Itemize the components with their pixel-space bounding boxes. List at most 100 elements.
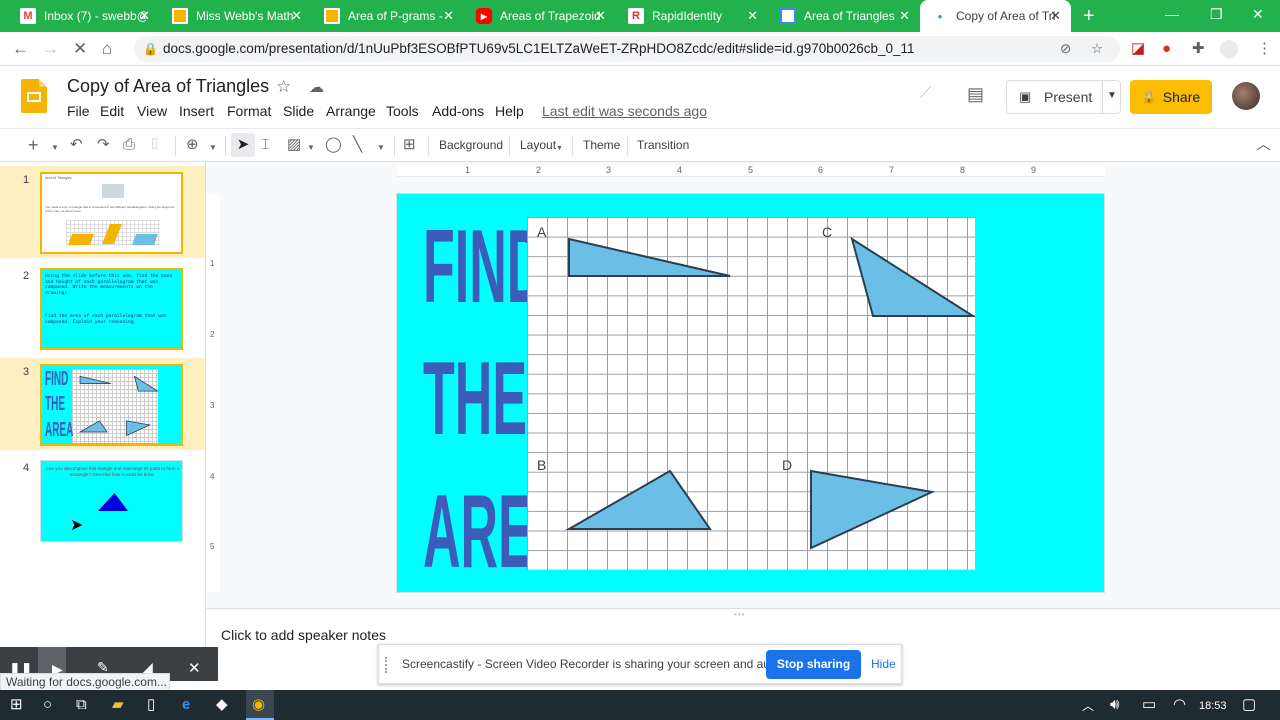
chevron-down-icon[interactable]: ▼ [556,141,563,157]
document-icon[interactable]: ▯ [147,696,155,713]
stop-sharing-button[interactable]: Stop sharing [766,650,861,679]
maximize-icon[interactable]: ❐ [1210,6,1223,23]
zoom-icon[interactable]: ⊕ [186,137,199,153]
new-slide-icon[interactable]: + [28,136,39,154]
minimize-icon[interactable]: — [1165,6,1179,22]
shape-icon[interactable]: ◯ [325,137,342,153]
taskbar-clock[interactable]: 18:53 [1199,698,1227,715]
back-icon[interactable]: ← [12,40,29,58]
menu-edit[interactable]: Edit [100,103,124,119]
close-icon[interactable]: ✕ [899,8,910,24]
menu-slide[interactable]: Slide [283,103,314,119]
notifications-icon[interactable]: ▢ [1242,696,1256,713]
menu-view[interactable]: View [137,103,167,119]
filmstrip-slide-3[interactable]: 3 FIND THE AREA [0,358,205,450]
chrome-icon[interactable]: ◉ [252,696,265,713]
wifi-icon[interactable]: ◠ [1173,696,1186,713]
menu-help[interactable]: Help [495,103,524,119]
layout-button[interactable]: Layout [520,138,556,152]
new-tab-button[interactable]: + [1083,6,1095,26]
image-icon[interactable]: ▨ [287,137,301,153]
screencastify-icon[interactable]: ● [1162,41,1171,57]
transition-button[interactable]: Transition [637,138,689,152]
filmstrip-slide-4[interactable]: 4 Can you decompose this triangle and re… [0,454,205,546]
slide-heading-line[interactable]: THE [423,344,527,454]
slide-heading-line[interactable]: FIND [423,212,544,322]
chevron-up-icon[interactable]: ︿ [1082,698,1094,715]
home-icon[interactable]: ⌂ [102,40,112,58]
menu-arrange[interactable]: Arrange [326,103,376,119]
browser-tab-areas-of-trapezoids[interactable]: ▶ Areas of Trapezoid ✕ [464,0,616,32]
menu-format[interactable]: Format [227,103,271,119]
tracking-blocked-icon[interactable]: ⊘ [1060,36,1071,62]
select-cursor-icon[interactable]: ➤ [231,133,255,157]
collapse-toolbar-icon[interactable]: ︿ [1256,137,1271,153]
volume-icon[interactable]: 🔊︎ [1110,696,1119,713]
search-icon[interactable]: ○ [43,696,52,713]
menu-add-ons[interactable]: Add-ons [432,103,484,119]
current-slide[interactable]: FIND THE AREA A C B D [396,193,1105,593]
redo-icon[interactable]: ↷ [97,137,110,153]
cloud-saved-icon[interactable]: ☁ [309,78,324,96]
browser-tab-miss-webbs-math[interactable]: Miss Webb's Math ✕ [160,0,312,32]
document-title[interactable]: Copy of Area of Triangles [67,76,269,97]
pdf-extension-icon[interactable]: ◪ [1131,41,1145,57]
last-edit-link[interactable]: Last edit was seconds ago [542,103,707,119]
graph-grid[interactable]: A C B D [527,217,975,570]
theme-button[interactable]: Theme [583,138,620,152]
edge-icon[interactable]: e [182,696,190,713]
menu-file[interactable]: File [67,103,90,119]
close-icon[interactable]: ✕ [139,8,150,24]
print-icon[interactable]: ⎙ [123,137,135,153]
stop-loading-icon[interactable]: ✕ [73,40,87,58]
undo-icon[interactable]: ↶ [70,137,83,153]
avatar[interactable] [1232,82,1260,110]
line-icon[interactable]: ╲ [353,137,362,153]
browser-tab-area-of-triangles[interactable]: Area of Triangles ✕ [768,0,920,32]
chevron-down-icon[interactable]: ▼ [209,140,217,156]
more-menu-icon[interactable]: ⋮ [1257,41,1272,57]
filmstrip-slide-2[interactable]: 2 Using the slide before this one, find … [0,262,205,354]
filmstrip-slide-1[interactable]: 1 Area of Triangles You made a copy of t… [0,166,205,258]
file-explorer-icon[interactable]: ▰ [112,696,124,713]
text-box-icon[interactable]: ⌶ [261,137,270,153]
url-field[interactable]: 🔒 docs.google.com/presentation/d/1nUuPbf… [134,36,1120,62]
star-icon[interactable]: ☆ [276,77,291,97]
browser-tab-copy-of-area-of-triangles[interactable]: ● Copy of Area of Tri ✕ [920,0,1071,32]
task-view-icon[interactable]: ⧉ [76,696,87,713]
chevron-down-icon[interactable]: ▼ [1107,90,1117,101]
slide-heading-line[interactable]: AREA [423,477,570,587]
profile-icon[interactable] [1220,40,1238,58]
chevron-down-icon[interactable]: ▼ [51,140,59,156]
browser-tab-gmail[interactable]: M Inbox (7) - swebb@ ✕ [8,0,160,32]
close-icon[interactable]: ✕ [291,8,302,24]
slide-thumbnail[interactable]: Using the slide before this one, find th… [40,268,183,350]
slides-logo-icon[interactable] [21,79,47,113]
forward-icon[interactable]: → [42,40,59,58]
browser-tab-rapididentity[interactable]: R RapidIdentity ✕ [616,0,768,32]
chevron-down-icon[interactable]: ▼ [307,140,315,156]
bookmark-star-icon[interactable]: ☆ [1091,36,1103,62]
comment-icon[interactable]: ▤ [967,84,984,105]
activity-trend-icon[interactable]: ⟋ [920,85,931,103]
battery-icon[interactable]: ▭ [1142,696,1156,713]
background-button[interactable]: Background [439,138,503,152]
close-icon[interactable]: ✕ [747,8,758,24]
speaker-notes[interactable]: ••• Click to add speaker notes [207,608,1280,648]
slide-thumbnail[interactable]: FIND THE AREA [40,364,183,446]
drag-handle-icon[interactable] [385,657,389,673]
speaker-notes-placeholder[interactable]: Click to add speaker notes [221,627,386,643]
slide-thumbnail[interactable]: Can you decompose this triangle and rear… [40,460,183,542]
present-button[interactable]: ▣ Present ▼ [1006,80,1121,114]
paint-format-icon[interactable]: ⌷ [150,137,159,153]
menu-insert[interactable]: Insert [179,103,214,119]
app-icon[interactable]: ◆ [216,696,228,713]
add-comment-icon[interactable]: ⊞ [403,137,416,153]
close-icon[interactable]: ✕ [1050,8,1061,24]
hide-link[interactable]: Hide [871,657,896,671]
share-button[interactable]: 🔒 Share [1130,80,1212,114]
close-icon[interactable]: ✕ [188,659,201,677]
resize-handle-icon[interactable]: ••• [734,610,745,619]
close-icon[interactable]: ✕ [595,8,606,24]
windows-start-icon[interactable]: ⊞ [10,696,23,713]
